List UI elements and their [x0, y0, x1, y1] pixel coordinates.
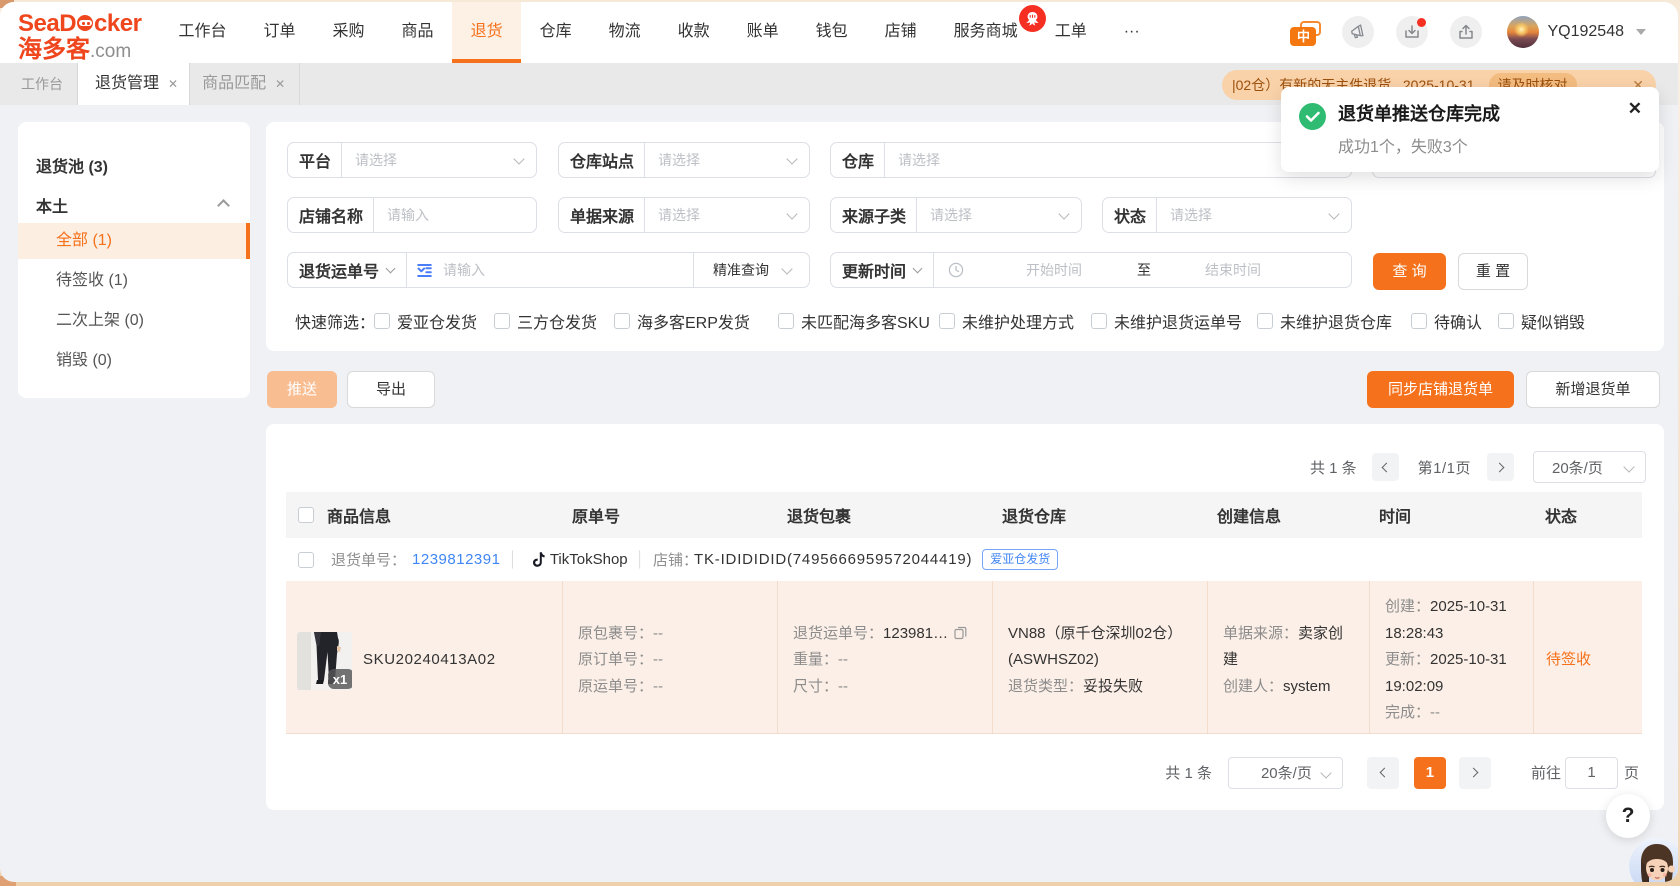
svg-text:x1: x1 — [333, 672, 347, 687]
